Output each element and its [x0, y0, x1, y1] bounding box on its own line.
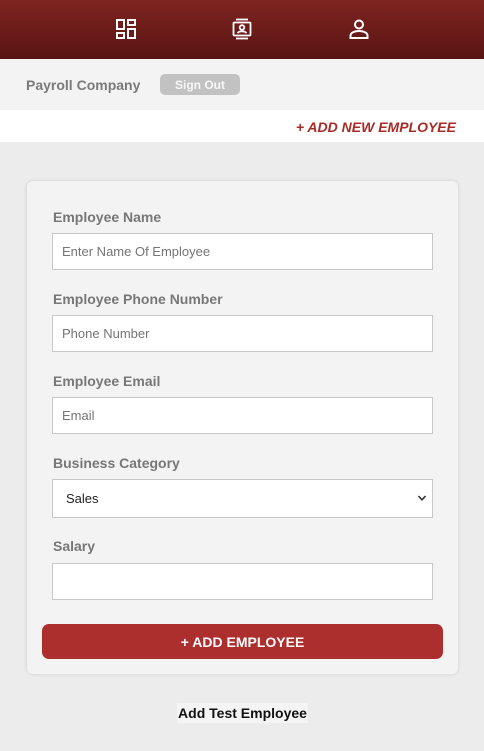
- company-bar: Payroll Company Sign Out: [0, 59, 484, 110]
- employee-name-input[interactable]: [52, 233, 433, 270]
- employee-email-label: Employee Email: [53, 373, 161, 389]
- top-navigation-bar: [0, 0, 484, 59]
- contacts-icon[interactable]: [229, 16, 255, 42]
- employee-phone-input[interactable]: [52, 315, 433, 352]
- employee-phone-label: Employee Phone Number: [53, 291, 223, 307]
- add-employee-button[interactable]: + ADD EMPLOYEE: [42, 624, 443, 659]
- employee-name-label: Employee Name: [53, 209, 162, 225]
- add-test-employee-button[interactable]: Add Test Employee: [177, 703, 308, 723]
- business-category-label: Business Category: [53, 455, 180, 471]
- dashboard-icon[interactable]: [113, 16, 139, 42]
- add-new-employee-link[interactable]: + ADD NEW EMPLOYEE: [296, 119, 456, 135]
- profile-icon[interactable]: [346, 16, 372, 42]
- add-new-employee-bar: + ADD NEW EMPLOYEE: [0, 110, 484, 142]
- employee-email-input[interactable]: [52, 397, 433, 434]
- employee-form-card: Employee Name Employee Phone Number Empl…: [27, 181, 458, 674]
- sign-out-button[interactable]: Sign Out: [160, 74, 240, 95]
- chevron-down-icon: [417, 495, 427, 501]
- company-name: Payroll Company: [26, 77, 141, 93]
- business-category-value: Sales: [66, 491, 99, 506]
- salary-input[interactable]: [52, 563, 433, 600]
- salary-label: Salary: [53, 538, 96, 554]
- business-category-select[interactable]: Sales: [52, 479, 433, 518]
